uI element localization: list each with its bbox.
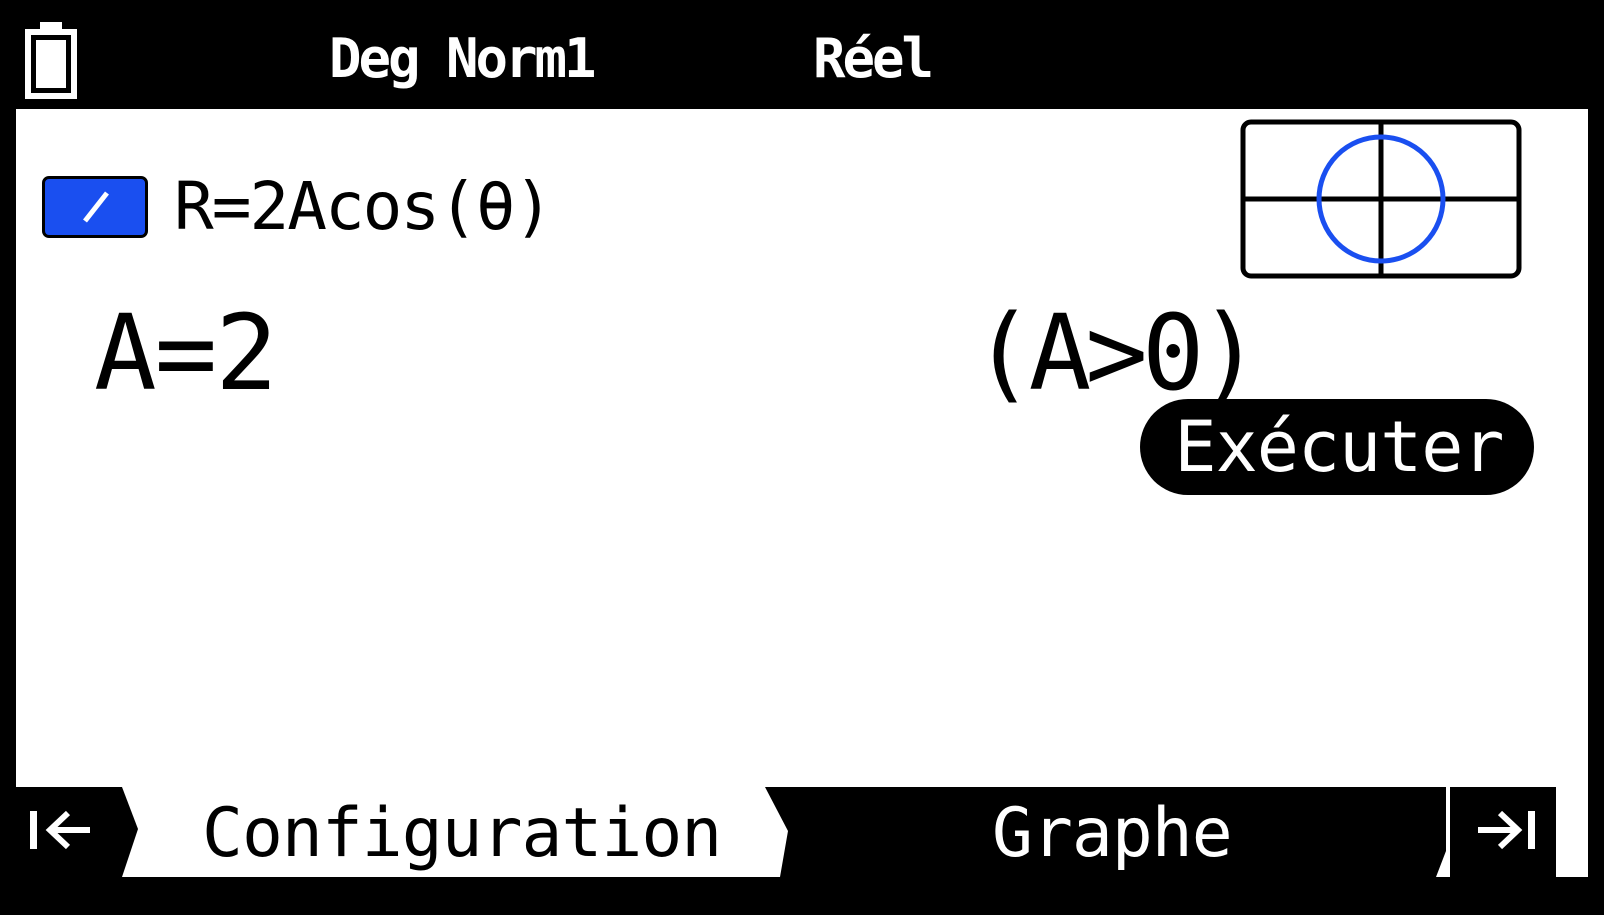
tab-graphe[interactable]: Graphe <box>992 789 1233 879</box>
equation-enable-checkbox[interactable] <box>42 176 148 238</box>
arrow-right-to-bar-icon[interactable] <box>1450 787 1556 877</box>
bottom-tab-bar: Configuration Graphe <box>16 787 1588 904</box>
tab-configuration[interactable]: Configuration <box>202 789 722 879</box>
equation-expression[interactable]: R=2Acos(θ) <box>174 167 553 247</box>
polar-circle-graph-icon[interactable] <box>1240 119 1522 279</box>
calculator-screen: Deg Norm1 Réel R=2Acos(θ) A=2 (A>0) Exéc… <box>16 11 1588 904</box>
angle-unit-indicator: Deg <box>329 27 421 90</box>
execute-button[interactable]: Exécuter <box>1140 399 1534 495</box>
parameter-condition: (A>0) <box>972 292 1261 414</box>
line-style-icon <box>83 191 109 223</box>
parameter-value[interactable]: A=2 <box>94 293 278 413</box>
arrow-left-to-bar-icon[interactable] <box>16 787 138 877</box>
complex-mode-indicator: Réel <box>813 27 934 90</box>
battery-icon <box>25 22 77 99</box>
status-bar: Deg Norm1 Réel <box>16 11 1588 109</box>
display-format-indicator: Norm1 <box>446 27 597 90</box>
